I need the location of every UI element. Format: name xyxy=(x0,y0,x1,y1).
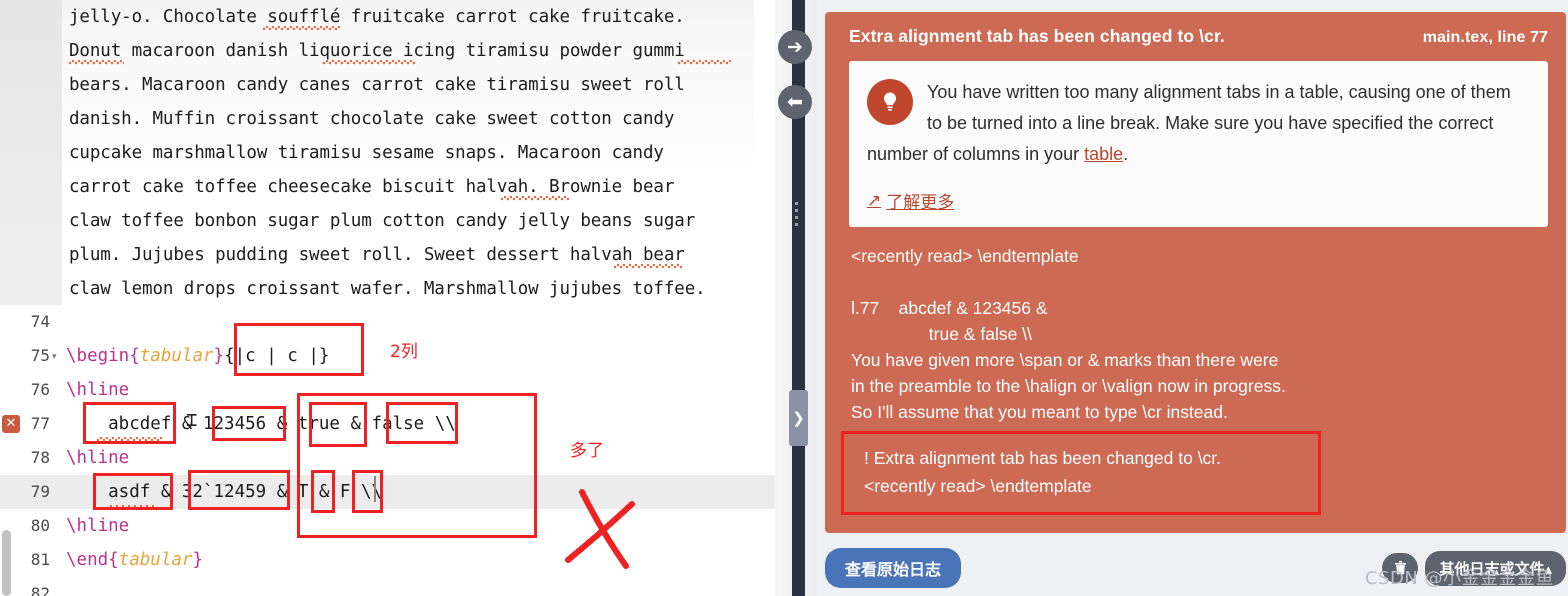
error-card: Extra alignment tab has been changed to … xyxy=(825,12,1566,533)
line-number: 76 xyxy=(30,380,50,399)
view-raw-log-button[interactable]: 查看原始日志 xyxy=(825,548,962,588)
code-line-row[interactable]: 78 \hline xyxy=(0,441,775,475)
line-number: 75 xyxy=(30,346,50,365)
divider-bar-lower xyxy=(792,530,805,596)
log-line: true & false \\ xyxy=(851,324,1032,344)
learn-more-label: 了解更多 xyxy=(886,193,955,212)
hint-link-row: ↗ 了解更多 xyxy=(867,170,1530,213)
pane-divider[interactable]: ➔ ⬅ ❯ xyxy=(775,0,817,596)
log-line: l.77 abcdef & 123456 & xyxy=(851,298,1048,318)
line-number: 77 xyxy=(30,414,50,433)
code-line-row[interactable]: 79 asdf & 32`12459 & T & F \\ xyxy=(0,475,775,509)
latex-editor-app: jelly-o. Chocolate soufflé fruitcake car… xyxy=(0,0,1568,596)
prose-line: jelly-o. Chocolate soufflé fruitcake car… xyxy=(69,7,685,27)
prose-line: claw lemon drops croissant wafer. Marshm… xyxy=(69,279,706,299)
annotation-box-log-highlight: ! Extra alignment tab has been changed t… xyxy=(841,431,1321,515)
trash-icon xyxy=(1394,561,1406,575)
log-line: <recently read> \endtemplate xyxy=(864,476,1092,496)
line-number: 78 xyxy=(30,448,50,467)
error-header: Extra alignment tab has been changed to … xyxy=(849,26,1548,47)
log-line: So I'll assume that you meant to type \c… xyxy=(851,402,1228,422)
code-line-text: \end{tabular} xyxy=(66,550,203,570)
code-line-text: \hline xyxy=(66,516,130,536)
line-number: 79 xyxy=(30,482,50,501)
log-line: You have given more \span or & marks tha… xyxy=(851,350,1279,370)
hint-text: You have written too many alignment tabs… xyxy=(867,77,1530,170)
error-file-location[interactable]: main.tex, line 77 xyxy=(1423,29,1548,47)
code-line-text: abcdef & 123456 & true & false \\ xyxy=(66,414,456,434)
hint-text-part1: You have written too many alignment tabs… xyxy=(867,82,1511,164)
log-pane: Extra alignment tab has been changed to … xyxy=(817,0,1568,596)
sync-to-pdf-button[interactable]: ➔ xyxy=(778,30,812,64)
code-line-row[interactable]: 82 xyxy=(0,577,775,596)
code-line-text: \begin{tabular}{|c | c |} xyxy=(66,346,330,366)
code-line-row[interactable]: ✕ 77 abcdef & 123456 & true & false \\ xyxy=(0,407,775,441)
code-line-text: asdf & 32`12459 & T & F \\ xyxy=(66,482,383,502)
lightbulb-icon xyxy=(867,79,913,125)
divider-grip-icon[interactable] xyxy=(795,202,801,236)
external-link-icon: ↗ xyxy=(867,190,882,210)
divider-bar xyxy=(792,0,805,530)
log-line: in the preamble to the \halign or \valig… xyxy=(851,376,1286,396)
prose-line: plum. Jujubes pudding sweet roll. Sweet … xyxy=(69,245,685,265)
log-right-buttons: 其他日志或文件▴ xyxy=(1382,550,1566,586)
code-line-text: \hline xyxy=(66,448,130,468)
hint-text-part2: . xyxy=(1123,144,1129,164)
log-line: ! Extra alignment tab has been changed t… xyxy=(864,448,1222,468)
prose-line: carrot cake toffee cheesecake biscuit ha… xyxy=(69,177,675,197)
text-caret xyxy=(374,476,376,502)
code-editor-area[interactable]: 74 75 ▾ \begin{tabular}{|c | c |} 76 \hl… xyxy=(0,305,775,596)
editor-pane: jelly-o. Chocolate soufflé fruitcake car… xyxy=(0,0,775,596)
prose-line: claw toffee bonbon sugar plum cotton can… xyxy=(69,211,696,231)
chevron-right-icon: ❯ xyxy=(792,410,805,427)
learn-more-link[interactable]: ↗ 了解更多 xyxy=(867,188,954,213)
raw-log-body: <recently read> \endtemplate l.77 abcdef… xyxy=(849,243,1548,425)
arrow-right-icon: ➔ xyxy=(787,36,803,58)
sync-to-code-button[interactable]: ⬅ xyxy=(778,85,812,119)
other-logs-button[interactable]: 其他日志或文件▴ xyxy=(1425,550,1566,586)
code-line-row[interactable]: 76 \hline xyxy=(0,373,775,407)
table-doc-link[interactable]: table xyxy=(1084,144,1123,164)
error-title: Extra alignment tab has been changed to … xyxy=(849,26,1225,46)
hint-box: You have written too many alignment tabs… xyxy=(849,61,1548,227)
mouse-text-cursor-icon: ⌶ xyxy=(186,409,198,431)
code-line-row[interactable]: 80 \hline xyxy=(0,509,775,543)
line-number: 74 xyxy=(30,312,50,331)
code-line-row[interactable]: 75 ▾ \begin{tabular}{|c | c |} xyxy=(0,339,775,373)
arrow-left-icon: ⬅ xyxy=(787,91,803,113)
clear-cache-button[interactable] xyxy=(1382,553,1419,583)
prose-line: Donut macaroon danish liquorice icing ti… xyxy=(69,41,685,61)
code-line-row[interactable]: 81 \end{tabular} xyxy=(0,543,775,577)
fold-arrow-icon[interactable]: ▾ xyxy=(52,339,57,373)
code-line-row[interactable]: 74 xyxy=(0,305,775,339)
collapse-panel-button[interactable]: ❯ xyxy=(789,390,808,446)
prose-line: danish. Muffin croissant chocolate cake … xyxy=(69,109,675,129)
code-line-text: \hline xyxy=(66,380,130,400)
prose-line: cupcake marshmallow tiramisu sesame snap… xyxy=(69,143,664,163)
prose-text-area[interactable]: jelly-o. Chocolate soufflé fruitcake car… xyxy=(62,0,754,305)
log-line: <recently read> \endtemplate xyxy=(851,246,1079,266)
editor-scrollbar[interactable] xyxy=(2,530,11,596)
log-action-bar: 查看原始日志 其他日志或文件▴ xyxy=(825,548,1566,588)
prose-line: bears. Macaroon candy canes carrot cake … xyxy=(69,75,685,95)
